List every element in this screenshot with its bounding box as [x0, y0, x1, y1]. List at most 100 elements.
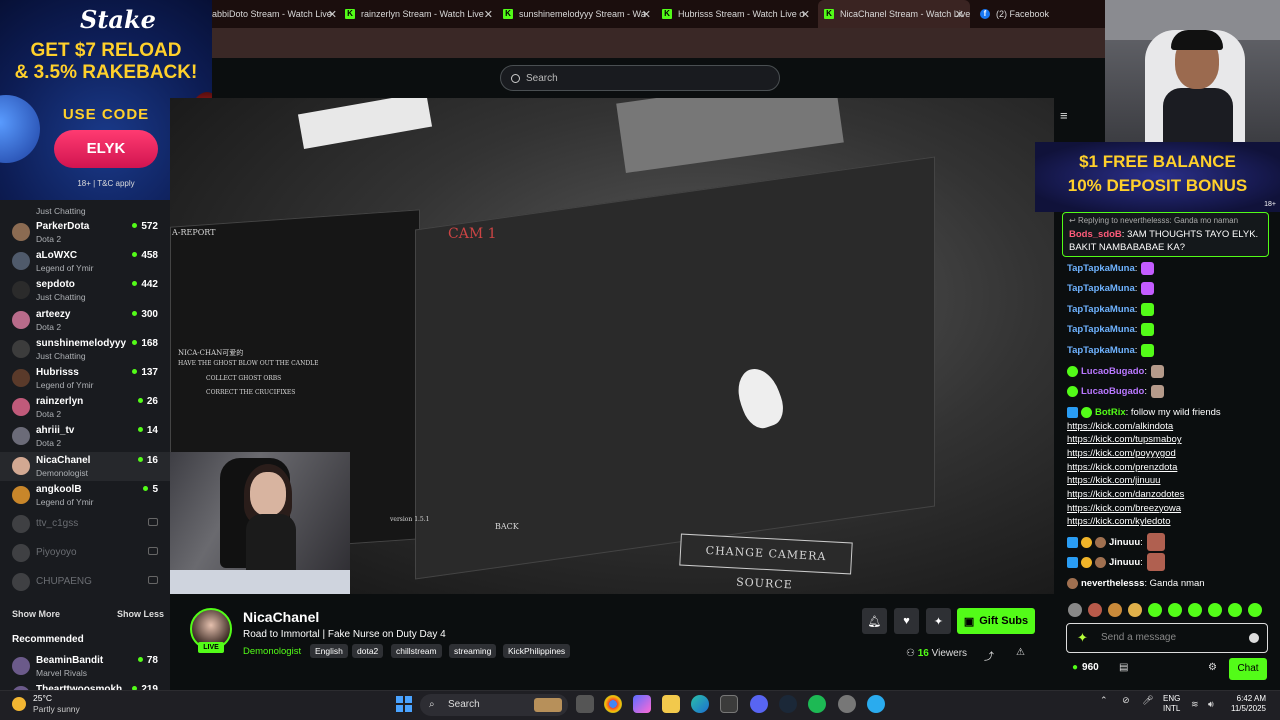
back-button[interactable]: BACK: [495, 522, 519, 531]
windows-start-icon[interactable]: [396, 696, 412, 712]
chat-username[interactable]: Bods_sdoB: [1069, 229, 1122, 240]
browser-tab[interactable]: K rainzerlyn Stream - Watch Live ✕: [345, 0, 493, 28]
sparkle-icon[interactable]: ✦: [1077, 631, 1091, 645]
emote-icon[interactable]: [1148, 603, 1162, 617]
stream-tag[interactable]: English: [310, 644, 348, 658]
copilot-icon[interactable]: [633, 695, 651, 713]
promo-code-button[interactable]: ELYK: [54, 130, 158, 168]
sidebar-channel[interactable]: sunshinemelodyyy Just Chatting 168: [0, 335, 170, 364]
chat-link[interactable]: https://kick.com/alkindota: [1067, 421, 1173, 432]
sidebar-channel-offline[interactable]: Piyoyoyo: [0, 539, 170, 568]
chat-username[interactable]: TapTapkaMuna: [1067, 283, 1135, 294]
chat-username[interactable]: LucaoBugado: [1081, 366, 1144, 377]
task-view-icon[interactable]: [576, 695, 594, 713]
language-indicator[interactable]: ENG INTL: [1163, 694, 1180, 714]
emote-icon[interactable]: [1228, 603, 1242, 617]
browser-tab-active[interactable]: K NicaChanel Stream - Watch Live ✕: [818, 0, 970, 28]
recommended-channel[interactable]: Thearttwoosmokh 219: [0, 681, 170, 690]
close-icon[interactable]: ✕: [801, 8, 810, 21]
discord-icon[interactable]: [750, 695, 768, 713]
emote-icon[interactable]: [1088, 603, 1102, 617]
sidebar-channel[interactable]: ParkerDota Dota 2 572: [0, 218, 170, 247]
browser-tab[interactable]: K Hubrisss Stream - Watch Live o ✕: [662, 0, 810, 28]
browser-tab[interactable]: f (2) Facebook: [980, 0, 1100, 28]
chat-username[interactable]: neverthelesss: [1081, 578, 1144, 589]
emote-icon[interactable]: [1108, 603, 1122, 617]
sidebar-channel[interactable]: aLoWXC Legend of Ymir 458: [0, 247, 170, 276]
gear-icon[interactable]: ⚙: [1208, 662, 1217, 673]
chat-username[interactable]: TapTapkaMuna: [1067, 324, 1135, 335]
wifi-icon[interactable]: ≋: [1191, 699, 1199, 710]
sidebar-channel[interactable]: Hubrisss Legend of Ymir 137: [0, 364, 170, 393]
chat-username[interactable]: Jinuuu: [1109, 557, 1140, 568]
telegram-icon[interactable]: [867, 695, 885, 713]
emote-icon[interactable]: [1068, 603, 1082, 617]
address-bar[interactable]: [212, 28, 1105, 58]
chat-link[interactable]: https://kick.com/danzodotes: [1067, 489, 1184, 500]
share-icon[interactable]: ⤴: [984, 648, 994, 663]
show-more-button[interactable]: Show More: [12, 609, 60, 619]
video-player[interactable]: A-REPORT CAM 1 NICA-CHAN可爱的 HAVE THE GHO…: [170, 98, 1054, 594]
bonus-ad[interactable]: $1 FREE BALANCE 10% DEPOSIT BONUS 18+: [1035, 142, 1280, 212]
browser-tab[interactable]: abbiDoto Stream - Watch Live ✕: [212, 0, 337, 28]
file-explorer-icon[interactable]: [662, 695, 680, 713]
chrome-icon[interactable]: [604, 695, 622, 713]
channel-name[interactable]: NicaChanel: [243, 609, 319, 625]
clock[interactable]: 6:42 AM 11/5/2025: [1224, 694, 1266, 714]
system-tray[interactable]: ⌃ ⊘ 🎤︎: [1100, 695, 1154, 706]
chat-username[interactable]: TapTapkaMuna: [1067, 345, 1135, 356]
chat-username[interactable]: TapTapkaMuna: [1067, 263, 1135, 274]
store-icon[interactable]: ▤: [1119, 662, 1128, 673]
stream-tag[interactable]: streaming: [449, 644, 497, 658]
chat-username[interactable]: LucaoBugado: [1081, 386, 1144, 397]
spotify-icon[interactable]: [808, 695, 826, 713]
store-app-icon[interactable]: [720, 695, 738, 713]
steam-icon[interactable]: [779, 695, 797, 713]
sidebar-channel-offline[interactable]: CHUPAENG: [0, 568, 170, 597]
channel-points[interactable]: 960: [1072, 662, 1099, 673]
emote-icon[interactable]: [1208, 603, 1222, 617]
chat-link[interactable]: https://kick.com/breezyowa: [1067, 503, 1181, 514]
sidebar-channel[interactable]: sepdoto Just Chatting 442: [0, 276, 170, 305]
chat-send-button[interactable]: Chat: [1229, 658, 1267, 680]
stream-category[interactable]: Demonologist: [243, 646, 301, 657]
close-icon[interactable]: ✕: [328, 8, 337, 21]
sidebar-channel[interactable]: ahriii_tv Dota 2 14: [0, 422, 170, 451]
chat-link[interactable]: https://kick.com/tupsmaboy: [1067, 434, 1182, 445]
report-icon[interactable]: ⚠: [1016, 647, 1025, 658]
chat-collapse-icon[interactable]: ≡: [1060, 108, 1068, 123]
sidebar-channel[interactable]: arteezy Dota 2 300: [0, 306, 170, 335]
sidebar-channel[interactable]: angkoolB Legend of Ymir 5: [0, 481, 170, 510]
stream-tag[interactable]: KickPhilippines: [503, 644, 571, 658]
network-off-icon[interactable]: ⊘: [1122, 695, 1130, 705]
chat-username[interactable]: TapTapkaMuna: [1067, 304, 1135, 315]
bell-icon[interactable]: 🔔︎: [862, 608, 887, 634]
stream-tag[interactable]: dota2: [352, 644, 384, 658]
emote-icon[interactable]: [1248, 603, 1262, 617]
browser-tab[interactable]: K sunshinemelodyyy Stream - Wa ✕: [503, 0, 651, 28]
chat-link[interactable]: https://kick.com/prenzdota: [1067, 462, 1177, 473]
close-icon[interactable]: ✕: [642, 8, 651, 21]
search-input[interactable]: Search: [500, 65, 780, 91]
sidebar-channel[interactable]: NicaChanel Demonologist 16: [0, 451, 170, 481]
emote-icon[interactable]: [1128, 603, 1142, 617]
stream-tag[interactable]: chillstream: [391, 644, 442, 658]
chat-link[interactable]: https://kick.com/jinuuu: [1067, 475, 1160, 486]
sidebar-channel-offline[interactable]: ttv_c1gss: [0, 510, 170, 539]
edge-icon[interactable]: [691, 695, 709, 713]
emote-icon[interactable]: [1168, 603, 1182, 617]
sidebar-channel[interactable]: rainzerlyn Dota 2 26: [0, 393, 170, 422]
sparkle-icon[interactable]: ✦: [926, 608, 951, 634]
chat-link[interactable]: https://kick.com/kyledoto: [1067, 516, 1170, 527]
change-camera-source-button[interactable]: CHANGE CAMERA SOURCE: [679, 533, 853, 591]
chat-username[interactable]: BotRix: [1095, 407, 1126, 418]
chevron-up-icon[interactable]: ⌃: [1100, 695, 1108, 705]
show-less-button[interactable]: Show Less: [117, 609, 164, 619]
gift-subs-button[interactable]: ▣ Gift Subs: [957, 608, 1035, 634]
close-icon[interactable]: ✕: [955, 8, 964, 21]
heart-icon[interactable]: ♥: [894, 608, 919, 634]
emoji-icon[interactable]: [1249, 633, 1259, 643]
recommended-channel[interactable]: BeaminBandit Marvel Rivals 78: [0, 652, 170, 681]
emote-icon[interactable]: [1188, 603, 1202, 617]
chat-username[interactable]: Jinuuu: [1109, 537, 1140, 548]
